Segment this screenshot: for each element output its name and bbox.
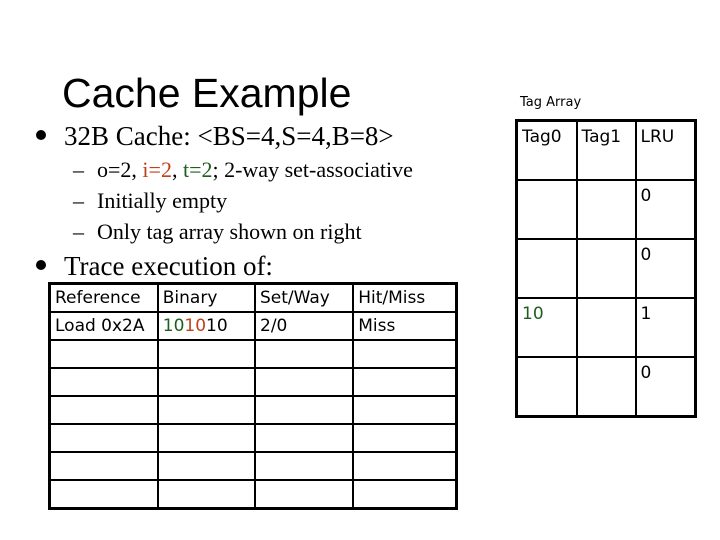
bullet-cache-config: 32B Cache: <BS=4,S=4,B=8> <box>36 120 394 152</box>
cell-tag0: 10 <box>515 297 578 358</box>
cell-set-way <box>253 339 355 369</box>
tag-set-row: 0 <box>515 179 697 240</box>
cell-tag0 <box>515 179 578 240</box>
param-tag: t=2 <box>182 157 213 182</box>
bullet-dot-icon <box>36 260 46 270</box>
cell-reference <box>48 423 159 453</box>
cell-hit-miss <box>352 423 458 453</box>
cell-hit-miss <box>352 339 458 369</box>
param-index: i=2 <box>142 157 172 182</box>
header-tag0: Tag0 <box>515 119 578 181</box>
sub-bullet-params: – o=2, i=2, t=2; 2-way set-associative <box>73 157 413 183</box>
sub-bullet-text: Initially empty <box>97 188 228 213</box>
header-set-way: Set/Way <box>253 282 355 313</box>
header-reference: Reference <box>48 282 159 313</box>
trace-row <box>48 395 458 425</box>
cell-tag0 <box>515 356 578 418</box>
trace-row <box>48 367 458 397</box>
cell-tag1 <box>575 238 637 299</box>
cell-reference <box>48 367 159 397</box>
trace-row <box>48 423 458 453</box>
cell-set-way <box>253 451 355 481</box>
binary-index-bits: 10 <box>184 316 207 336</box>
cell-binary <box>156 339 257 369</box>
cell-set-way <box>253 423 355 453</box>
tag-set-row: 10 1 <box>515 297 697 358</box>
cell-lru: 0 <box>634 179 697 240</box>
param-sep: , <box>171 157 183 182</box>
cell-hit-miss: Miss <box>352 311 458 341</box>
trace-header-row: Reference Binary Set/Way Hit/Miss <box>48 282 458 313</box>
cell-hit-miss <box>352 395 458 425</box>
bullet-text: 32B Cache: <BS=4,S=4,B=8> <box>64 121 394 151</box>
dash-icon: – <box>73 219 84 244</box>
cell-binary <box>156 451 257 481</box>
cell-tag0 <box>515 238 578 299</box>
cell-lru: 0 <box>634 356 697 418</box>
tag-array-table: Tag0 Tag1 LRU 0 0 10 1 0 <box>515 119 697 418</box>
param-offset: o=2, <box>97 157 143 182</box>
cell-binary <box>156 367 257 397</box>
dash-icon: – <box>73 188 84 213</box>
cell-binary <box>156 395 257 425</box>
cell-tag1 <box>575 179 637 240</box>
tag-header-row: Tag0 Tag1 LRU <box>515 119 697 181</box>
cell-hit-miss <box>352 367 458 397</box>
sub-bullet-tag-array-note: – Only tag array shown on right <box>73 219 362 245</box>
header-lru: LRU <box>634 119 697 181</box>
cell-binary <box>156 423 257 453</box>
binary-offset-bits: 10 <box>206 316 228 336</box>
cell-tag1 <box>575 297 637 358</box>
cell-reference <box>48 395 159 425</box>
cell-lru: 0 <box>634 238 697 299</box>
cell-reference <box>48 479 159 510</box>
binary-tag-bits: 10 <box>162 316 185 336</box>
cell-binary <box>156 479 257 510</box>
tag-array-label: Tag Array <box>520 95 582 110</box>
cell-set-way <box>253 367 355 397</box>
cell-tag1 <box>575 356 637 418</box>
dash-icon: – <box>73 157 84 182</box>
sub-bullet-initially-empty: – Initially empty <box>73 188 227 214</box>
param-assoc: ; 2-way set-associative <box>212 157 413 182</box>
header-binary: Binary <box>156 282 257 313</box>
cell-reference: Load 0x2A <box>48 311 159 341</box>
cell-lru: 1 <box>634 297 697 358</box>
trace-row <box>48 479 458 510</box>
header-tag1: Tag1 <box>575 119 637 181</box>
cell-hit-miss <box>352 479 458 510</box>
slide-title: Cache Example <box>62 70 352 116</box>
cell-reference <box>48 451 159 481</box>
bullet-trace: Trace execution of: <box>36 250 273 282</box>
cell-reference <box>48 339 159 369</box>
cell-set-way <box>253 479 355 510</box>
trace-row <box>48 451 458 481</box>
cell-set-way: 2/0 <box>253 311 355 341</box>
trace-row: Load 0x2A 101010 2/0 Miss <box>48 311 458 341</box>
trace-table: Reference Binary Set/Way Hit/Miss Load 0… <box>48 282 458 510</box>
cell-binary: 101010 <box>156 311 257 341</box>
sub-bullet-text: Only tag array shown on right <box>97 219 362 244</box>
trace-row <box>48 339 458 369</box>
tag-set-row: 0 <box>515 238 697 299</box>
bullet-text: Trace execution of: <box>64 251 273 281</box>
cell-hit-miss <box>352 451 458 481</box>
cell-set-way <box>253 395 355 425</box>
tag-set-row: 0 <box>515 356 697 418</box>
bullet-dot-icon <box>36 130 46 140</box>
header-hit-miss: Hit/Miss <box>352 282 458 313</box>
